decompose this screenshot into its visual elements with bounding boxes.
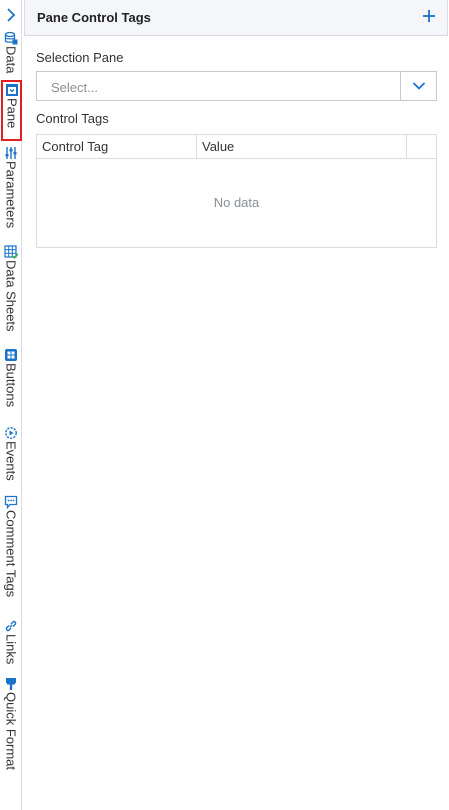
brush-icon — [5, 678, 16, 690]
control-tags-label: Control Tags — [36, 111, 109, 126]
sliders-icon — [5, 147, 16, 159]
tab-events[interactable]: Events — [0, 425, 21, 481]
tab-quick-format[interactable]: Quick Format — [0, 676, 21, 770]
tab-events-label: Events — [3, 441, 19, 481]
selection-pane-select[interactable]: Select... — [36, 71, 437, 101]
tab-quick-format-label: Quick Format — [3, 692, 19, 771]
database-icon — [4, 31, 17, 45]
column-header-actions — [407, 135, 436, 158]
tab-comment-tags[interactable]: Comment Tags — [0, 494, 21, 597]
add-control-tag-button[interactable] — [420, 7, 438, 25]
chevron-right-icon — [7, 8, 16, 22]
pane-control-tags-panel: Pane Control Tags Selection Pane Select.… — [23, 0, 449, 810]
pane-icon — [5, 84, 18, 96]
comment-icon — [4, 495, 17, 509]
column-header-value[interactable]: Value — [197, 135, 407, 158]
selection-pane-dropdown-button[interactable] — [400, 72, 436, 100]
column-header-control-tag[interactable]: Control Tag — [37, 135, 197, 158]
datasheet-icon — [3, 245, 18, 259]
tab-pane[interactable]: Pane — [1, 80, 22, 141]
events-icon — [4, 427, 17, 439]
tab-buttons[interactable]: Buttons — [0, 347, 21, 407]
panel-title: Pane Control Tags — [37, 10, 151, 25]
tab-links-label: Links — [3, 634, 19, 665]
panel-header: Pane Control Tags — [24, 0, 448, 36]
tab-comment-tags-label: Comment Tags — [3, 510, 19, 598]
selection-pane-placeholder: Select... — [51, 80, 98, 95]
link-icon — [5, 620, 16, 632]
expand-rail-button[interactable] — [2, 4, 20, 26]
side-tab-rail: Data Pane Parameters Data Sheets Buttons… — [0, 0, 22, 810]
tab-pane-label: Pane — [4, 98, 20, 129]
tab-data-sheets-label: Data Sheets — [3, 260, 19, 332]
tab-data-label: Data — [3, 46, 19, 74]
grid-header-row: Control Tag Value — [37, 135, 436, 159]
grid-empty-message: No data — [213, 195, 260, 210]
tab-buttons-label: Buttons — [3, 363, 19, 408]
tab-data[interactable]: Data — [0, 30, 21, 73]
tab-data-sheets[interactable]: Data Sheets — [0, 244, 21, 332]
buttons-icon — [4, 349, 17, 361]
tab-links[interactable]: Links — [0, 618, 21, 664]
plus-icon — [423, 10, 435, 22]
selection-pane-label: Selection Pane — [36, 50, 124, 65]
control-tags-grid: Control Tag Value No data — [36, 134, 437, 248]
tab-parameters-label: Parameters — [3, 161, 19, 229]
chevron-down-icon — [412, 82, 425, 90]
tab-parameters[interactable]: Parameters — [0, 145, 21, 228]
